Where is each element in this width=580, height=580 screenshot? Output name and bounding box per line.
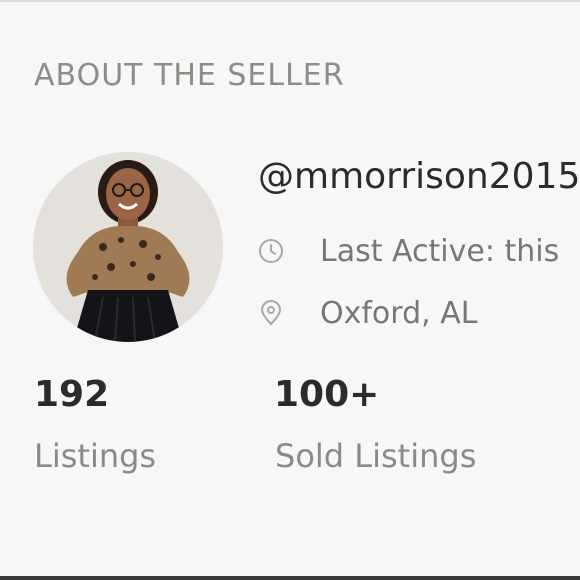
bottom-divider (0, 576, 580, 580)
sold-listings-label[interactable]: Sold Listings (275, 437, 476, 475)
top-divider (0, 0, 580, 2)
last-active-text: Last Active: this (320, 233, 560, 269)
location-pin-icon (258, 300, 284, 326)
seller-username[interactable]: @mmorrison2015 (258, 156, 580, 197)
listings-count[interactable]: 192 (34, 374, 109, 415)
section-title: ABOUT THE SELLER (34, 58, 345, 93)
location-text: Oxford, AL (320, 295, 478, 331)
clock-icon (258, 238, 284, 264)
location-row: Oxford, AL (258, 293, 477, 333)
sold-listings-count[interactable]: 100+ (274, 374, 379, 415)
listings-label[interactable]: Listings (34, 437, 156, 475)
last-active-row: Last Active: this (258, 231, 559, 271)
seller-avatar[interactable] (33, 152, 223, 342)
